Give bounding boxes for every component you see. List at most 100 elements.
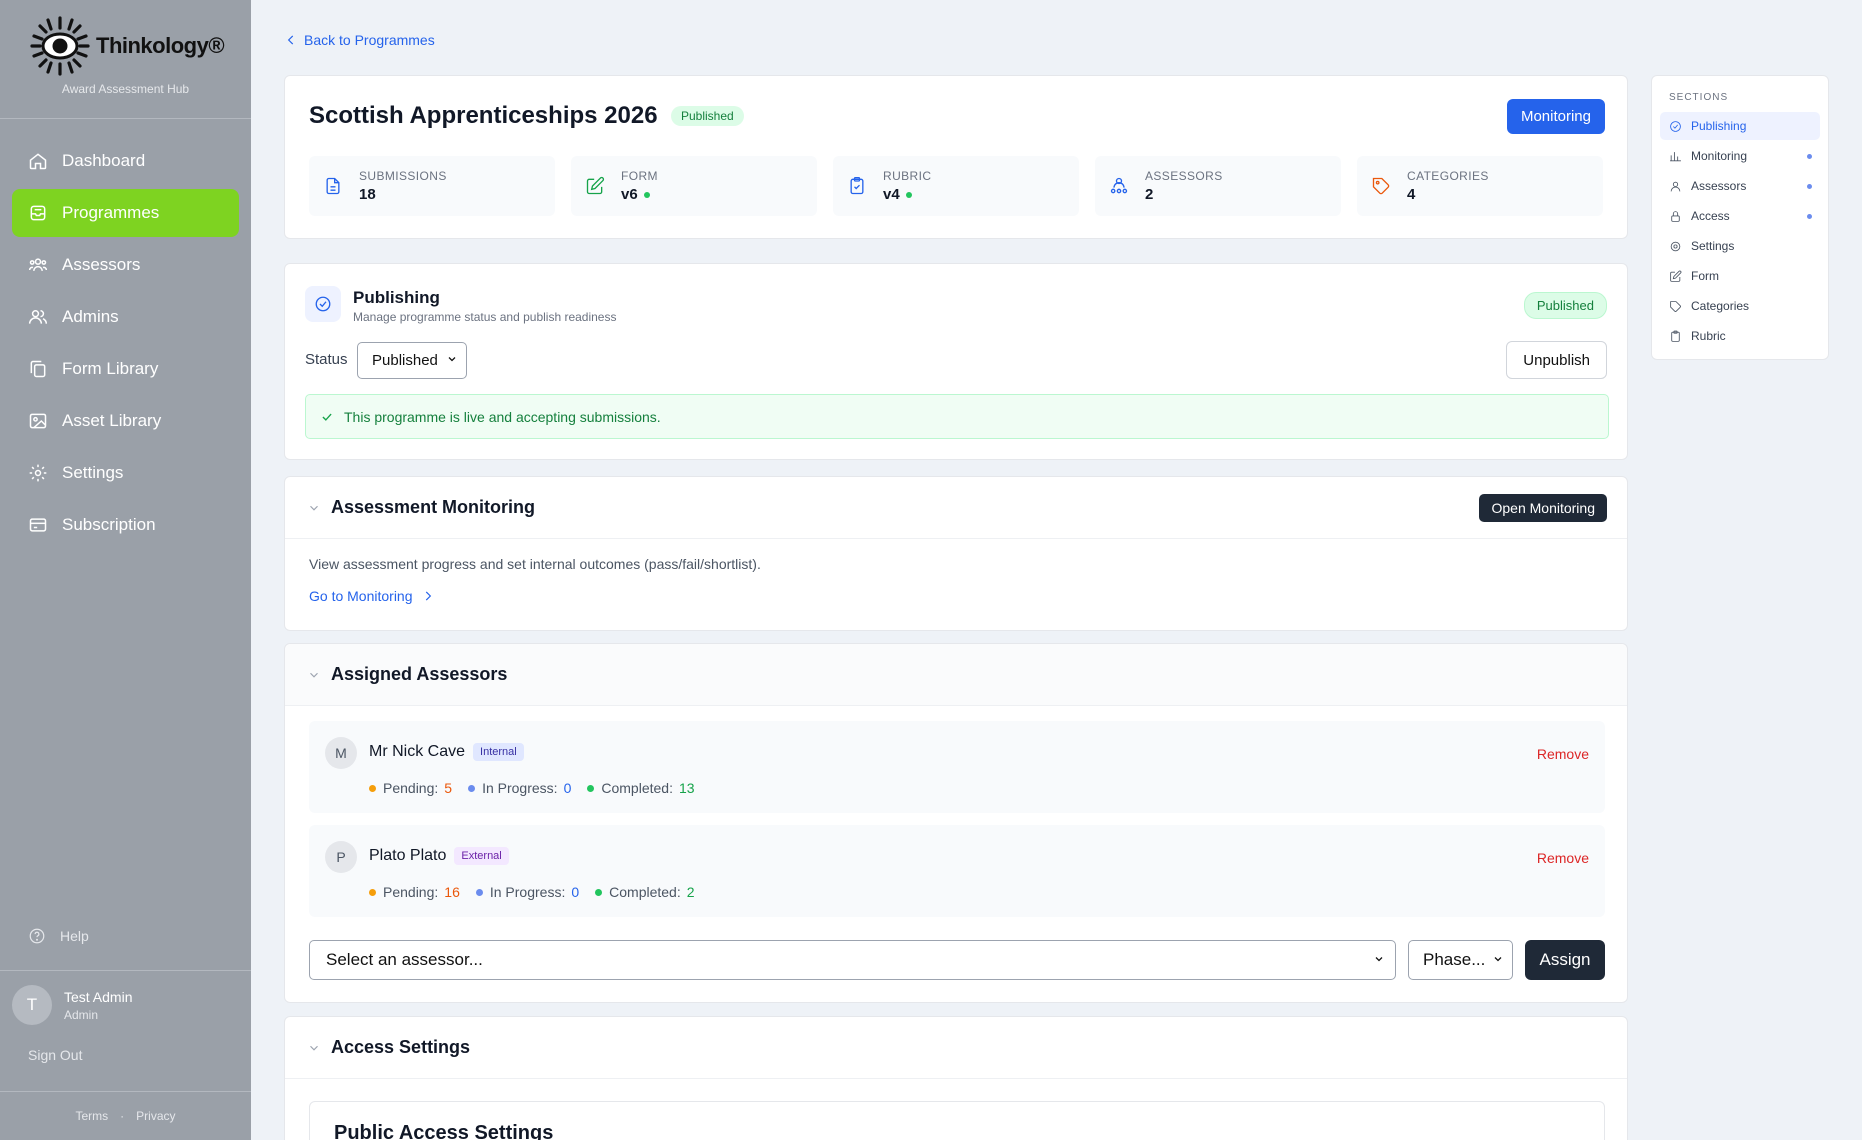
sign-out-link[interactable]: Sign Out bbox=[12, 1047, 239, 1063]
chevron-right-icon bbox=[425, 591, 431, 601]
monitoring-button[interactable]: Monitoring bbox=[1506, 99, 1605, 134]
monitoring-header[interactable]: Assessment Monitoring bbox=[285, 477, 1627, 539]
go-to-monitoring-link[interactable]: Go to Monitoring bbox=[309, 588, 435, 604]
stat-categories[interactable]: CATEGORIES 4 bbox=[1357, 156, 1603, 216]
back-label: Back to Programmes bbox=[304, 32, 435, 48]
live-message: This programme is live and accepting sub… bbox=[344, 408, 661, 425]
nav-item-asset-library[interactable]: Asset Library bbox=[12, 397, 239, 445]
section-link-categories[interactable]: Categories bbox=[1660, 292, 1820, 320]
phase-select[interactable]: Phase... bbox=[1408, 940, 1513, 980]
user-profile[interactable]: T Test Admin Admin bbox=[12, 985, 239, 1025]
publishing-status-badge: Published bbox=[1523, 292, 1607, 319]
assessor-select[interactable]: Select an assessor... bbox=[309, 940, 1396, 980]
nav-item-subscription[interactable]: Subscription bbox=[12, 501, 239, 549]
public-access-title: Public Access Settings bbox=[309, 1101, 1605, 1140]
copy-icon bbox=[30, 360, 46, 378]
chevron-down-icon bbox=[310, 1045, 318, 1051]
stat-label: FORM bbox=[621, 169, 658, 183]
nav-label: Settings bbox=[62, 463, 124, 482]
publishing-subtitle: Manage programme status and publish read… bbox=[353, 310, 617, 324]
section-link-monitoring[interactable]: Monitoring bbox=[1660, 142, 1820, 170]
stat-number: 4 bbox=[1407, 186, 1416, 203]
bar-chart-icon bbox=[1670, 151, 1681, 161]
nav-item-form-library[interactable]: Form Library bbox=[12, 345, 239, 393]
stat-submissions[interactable]: SUBMISSIONS 18 bbox=[309, 156, 555, 216]
gear-icon bbox=[29, 464, 47, 482]
pending-dot bbox=[369, 888, 376, 896]
sections-heading: SECTIONS bbox=[1669, 92, 1729, 103]
nav-item-settings[interactable]: Settings bbox=[12, 449, 239, 497]
terms-link[interactable]: Terms bbox=[75, 1109, 108, 1123]
completed-stat: Completed: 2 bbox=[595, 884, 695, 900]
pending-stat: Pending: 5 bbox=[369, 780, 452, 796]
access-header[interactable]: Access Settings bbox=[285, 1017, 1627, 1079]
stat-assessors[interactable]: ASSESSORS 2 bbox=[1095, 156, 1341, 216]
monitoring-description: View assessment progress and set interna… bbox=[309, 556, 761, 572]
check-circle-icon bbox=[1670, 120, 1681, 132]
document-icon bbox=[326, 177, 340, 195]
section-indicator-dot bbox=[1807, 214, 1812, 219]
avatar: T bbox=[12, 985, 52, 1025]
stat-label: Completed: bbox=[601, 780, 673, 796]
help-icon bbox=[29, 928, 45, 944]
stat-label: Pending: bbox=[383, 780, 439, 796]
org-users-icon bbox=[1110, 177, 1128, 194]
pending-dot bbox=[369, 784, 376, 792]
monitoring-section: Assessment Monitoring Open Monitoring Vi… bbox=[284, 476, 1628, 631]
chevron-down-icon bbox=[310, 505, 318, 511]
stat-value: 18 bbox=[359, 186, 447, 203]
section-link-publishing[interactable]: Publishing bbox=[1660, 112, 1820, 140]
completed-dot bbox=[587, 784, 595, 792]
publishing-section: Publishing Manage programme status and p… bbox=[284, 263, 1628, 460]
assessors-section: Assigned Assessors M Mr Nick Cave Interna… bbox=[284, 643, 1628, 1003]
assessors-header[interactable]: Assigned Assessors bbox=[285, 644, 1627, 706]
user-icon bbox=[1670, 181, 1681, 191]
nav-item-dashboard[interactable]: Dashboard bbox=[12, 137, 239, 185]
stat-value: 0 bbox=[563, 780, 572, 796]
programme-header: Scottish Apprenticeships 2026 Published … bbox=[284, 75, 1628, 239]
page-title: Scottish Apprenticeships 2026 bbox=[309, 102, 658, 129]
phase-select-placeholder: Phase... bbox=[1423, 950, 1486, 969]
nav-item-admins[interactable]: Admins bbox=[12, 293, 239, 341]
nav-item-assessors[interactable]: Assessors bbox=[12, 241, 239, 289]
completed-dot bbox=[595, 888, 603, 896]
stat-label: Pending: bbox=[383, 884, 439, 900]
chevron-down-icon bbox=[1373, 950, 1385, 970]
section-link-label: Rubric bbox=[1691, 329, 1726, 343]
section-link-settings[interactable]: Settings bbox=[1660, 232, 1820, 260]
user-role: Admin bbox=[64, 1007, 99, 1022]
remove-assessor-button[interactable]: Remove bbox=[1537, 850, 1589, 866]
nav-item-programmes[interactable]: Programmes bbox=[12, 189, 239, 237]
stat-form[interactable]: FORM v6 bbox=[571, 156, 817, 216]
sections-panel: SECTIONS Publishing Monitoring Assessors… bbox=[1651, 75, 1829, 360]
assessor-stats: Pending: 5 In Progress: 0 Completed: 13 bbox=[369, 780, 711, 796]
brand-logo[interactable]: Thinkology® bbox=[0, 14, 251, 78]
section-link-rubric[interactable]: Rubric bbox=[1660, 322, 1820, 350]
footer-separator: · bbox=[120, 1109, 125, 1123]
back-link[interactable]: Back to Programmes bbox=[284, 32, 435, 48]
privacy-link[interactable]: Privacy bbox=[136, 1109, 175, 1123]
nav-label: Subscription bbox=[62, 515, 156, 534]
stat-rubric[interactable]: RUBRIC v4 bbox=[833, 156, 1079, 216]
section-link-label: Assessors bbox=[1691, 179, 1747, 193]
sidebar-footer: Help T Test Admin Admin Sign Out Terms ·… bbox=[0, 918, 251, 1140]
status-select[interactable]: Published bbox=[357, 342, 467, 379]
open-monitoring-button[interactable]: Open Monitoring bbox=[1479, 494, 1607, 522]
assign-button[interactable]: Assign bbox=[1525, 940, 1605, 980]
stat-label: CATEGORIES bbox=[1407, 169, 1489, 183]
section-link-form[interactable]: Form bbox=[1660, 262, 1820, 290]
tag-icon bbox=[1670, 300, 1681, 312]
user-block: T Test Admin Admin Sign Out bbox=[0, 970, 251, 1092]
remove-assessor-button[interactable]: Remove bbox=[1537, 746, 1589, 762]
unpublish-button[interactable]: Unpublish bbox=[1506, 341, 1607, 379]
assessor-name: Plato Plato External bbox=[369, 847, 509, 865]
help-link[interactable]: Help bbox=[0, 918, 251, 954]
nav-label: Form Library bbox=[62, 359, 159, 378]
help-label: Help bbox=[60, 928, 89, 944]
section-link-access[interactable]: Access bbox=[1660, 202, 1820, 230]
stats-row: SUBMISSIONS 18 FORM v6 RUBRIC v4 ASSESSO… bbox=[309, 156, 1603, 216]
section-link-assessors[interactable]: Assessors bbox=[1660, 172, 1820, 200]
stat-number: v4 bbox=[883, 186, 900, 203]
check-circle-icon bbox=[315, 296, 331, 312]
stat-label: In Progress: bbox=[489, 884, 566, 900]
